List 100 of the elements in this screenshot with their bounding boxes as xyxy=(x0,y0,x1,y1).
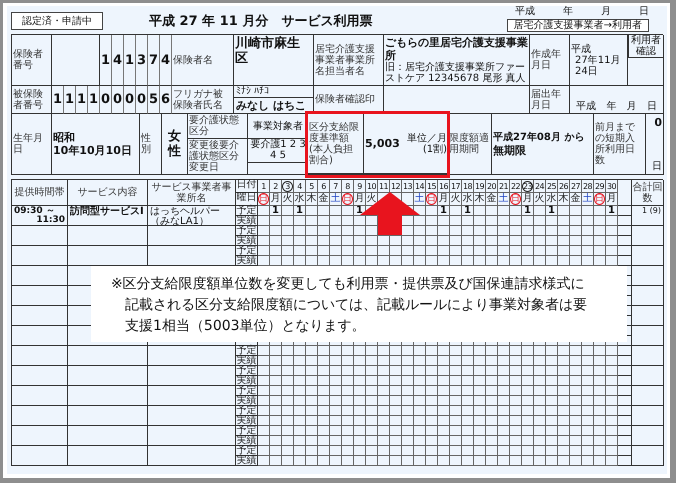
row-label: 実績 xyxy=(236,255,256,266)
weekday: 木 xyxy=(558,194,569,204)
field-label: 生年月日 xyxy=(12,114,52,175)
date-number: 24 xyxy=(535,182,544,190)
date-number: 27 xyxy=(571,182,580,190)
birth-date: 10年10月10日 xyxy=(53,144,133,157)
field-label: 要介護状態区分 xyxy=(188,114,248,139)
plan-count: 1 xyxy=(464,206,471,215)
date-number: 3 xyxy=(282,180,293,192)
date-number: 8 xyxy=(345,182,350,190)
weekday: 木 xyxy=(474,194,485,204)
kana-name: ﾐﾅｼ ﾊﾁｺ xyxy=(234,86,313,98)
column-header: サービス内容 xyxy=(68,180,148,206)
weekday: 月 xyxy=(354,194,365,204)
weekday: 木 xyxy=(306,194,317,204)
digit: 5 xyxy=(148,86,160,114)
weekday: 水 xyxy=(294,194,305,204)
date-number: 14 xyxy=(415,182,424,190)
time-end: 11:30 xyxy=(35,216,65,225)
field-label: 変更後要介護状態区分変更日 xyxy=(188,139,248,174)
column-header: サービス事業者事業所名 xyxy=(148,180,236,206)
weekday: 火 xyxy=(450,194,461,204)
field-label: 保険者確認印 xyxy=(314,86,384,114)
row-label: 実績 xyxy=(236,395,256,406)
weekday: 金 xyxy=(570,194,581,204)
date-number: 15 xyxy=(427,182,436,190)
row-label: 予定 xyxy=(236,385,256,396)
created-date: 27年11月24日 xyxy=(575,54,622,76)
date-number: 9 xyxy=(357,182,362,190)
row-label: 予定 xyxy=(236,425,256,436)
date-number: 22 xyxy=(511,182,520,190)
digit: 0 xyxy=(124,86,136,114)
date-number: 18 xyxy=(463,182,472,190)
weekday: 土 xyxy=(330,194,341,204)
date-number: 4 xyxy=(297,182,302,190)
plan-count: 1 xyxy=(608,206,615,215)
digit: 0 xyxy=(136,86,148,114)
date-number: 17 xyxy=(451,182,460,190)
provider-name: はっちヘルパー（みなLA1） xyxy=(148,206,236,226)
digit: 0 xyxy=(112,86,124,114)
plan-count: 1 xyxy=(296,206,303,215)
insurer-name: 川崎市麻生区 xyxy=(234,35,314,86)
office-name: ごもらの里居宅介護支援事業所 xyxy=(385,36,528,62)
era-label: 平成 xyxy=(571,44,591,54)
row-label: 予定 xyxy=(236,445,256,456)
row-label: 曜日 xyxy=(236,193,258,206)
weekday: 土 xyxy=(414,194,425,204)
total-count: 1 (9) xyxy=(632,206,664,226)
date-number: 16 xyxy=(439,182,448,190)
date-number: 20 xyxy=(487,182,496,190)
date-number: 19 xyxy=(475,182,484,190)
weekday: 金 xyxy=(486,194,497,204)
office-note: 旧：居宅介護支援事業所ファーストケア 12345678 尾形 真人 xyxy=(385,62,526,84)
digit: 4 xyxy=(160,35,172,86)
date-number: 23 xyxy=(522,180,533,192)
date-number: 25 xyxy=(547,182,556,190)
plan-count: 1 xyxy=(440,206,447,215)
sex-value: 女性 xyxy=(162,114,188,175)
date-label: 月 xyxy=(626,101,637,112)
weekday: 月 xyxy=(606,194,617,204)
date-number: 10 xyxy=(367,182,376,190)
period-start: 平成27年08月 から xyxy=(493,131,586,144)
row-label: 予定 xyxy=(236,225,256,236)
date-number: 12 xyxy=(391,182,400,190)
stay-days: 0 xyxy=(654,116,662,129)
row-label: 予定 xyxy=(236,365,256,376)
date-label: 年 xyxy=(563,5,573,18)
weekday: 水 xyxy=(546,194,557,204)
time-start: 09:30 ～ xyxy=(14,207,55,216)
date-number: 28 xyxy=(583,182,592,190)
row-label: 予定 xyxy=(236,245,256,256)
digit: 4 xyxy=(112,35,124,86)
service-name: 訪問型サービスⅠ xyxy=(68,206,148,226)
weekday: 月 xyxy=(522,194,533,204)
field-label: 前月までの短期入所利用日数 xyxy=(594,114,646,175)
date-label: 平成 xyxy=(515,4,535,18)
field-label: 性別 xyxy=(140,114,162,175)
field-label: 区分支給限度基準額(本人負担割合) xyxy=(308,114,364,174)
row-label: 実績 xyxy=(236,215,256,226)
weekday: 土 xyxy=(582,194,593,204)
date-number: 2 xyxy=(273,182,278,190)
limit-value: 5,003 xyxy=(365,138,400,149)
row-label: 日付 xyxy=(236,180,258,193)
weekday: 水 xyxy=(462,194,473,204)
digit: 3 xyxy=(136,35,148,86)
field-label: 作成年月日 xyxy=(530,35,570,86)
era-label: 昭和 xyxy=(53,131,76,144)
weekday: 火 xyxy=(534,194,545,204)
column-header: 提供時間帯 xyxy=(12,180,68,206)
note-text: ※区分支給限度額単位数を変更しても利用票・提供票及び国保連請求様式に記載される区分支給限度額については、記載ルールにより事業対象者は要支援1相当（5003単位）となります。 xyxy=(111,275,587,336)
field-label: 保険者番号 xyxy=(12,35,52,86)
form-title: 平成 27 年 11 月分 サービス利用票 xyxy=(149,13,372,30)
digit: 1 xyxy=(76,86,88,114)
digit: 1 xyxy=(52,86,64,114)
date-label: 年 xyxy=(606,101,616,112)
date-number: 26 xyxy=(559,182,568,190)
date-number: 30 xyxy=(607,182,616,190)
digit: 6 xyxy=(160,86,172,114)
digit: 1 xyxy=(124,35,136,86)
ratio-label: (1割) xyxy=(422,144,447,154)
